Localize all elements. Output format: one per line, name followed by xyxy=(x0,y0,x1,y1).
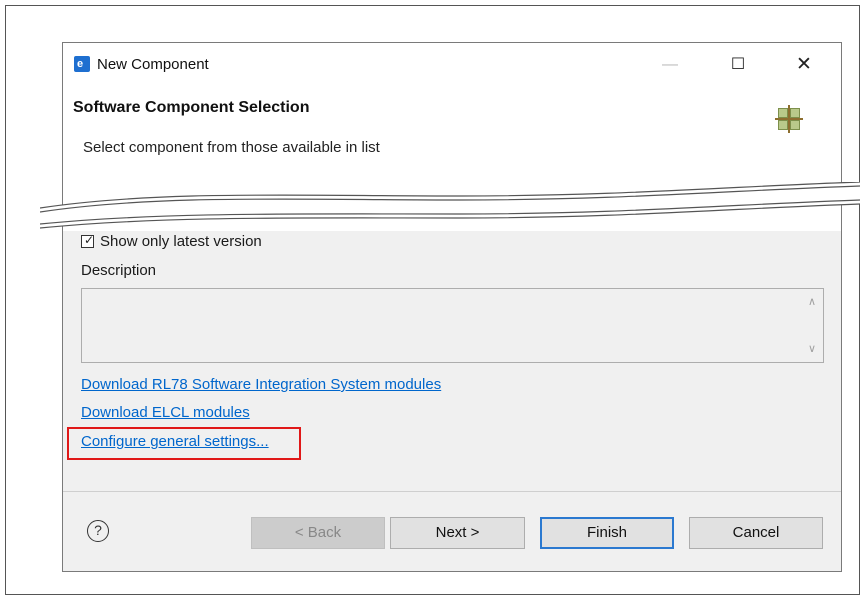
close-button[interactable]: ✕ xyxy=(789,53,819,77)
description-label: Description xyxy=(81,262,157,279)
window-title: New Component xyxy=(97,56,209,73)
checkmark-icon: ✓ xyxy=(84,233,95,247)
download-elcl-link[interactable]: Download ELCL modules xyxy=(81,404,250,421)
button-bar-separator xyxy=(63,491,841,492)
minimize-button[interactable]: — xyxy=(655,53,685,77)
e2studio-app-icon: e xyxy=(74,56,90,72)
wizard-header: Software Component Selection Select comp… xyxy=(63,87,841,184)
wizard-page-title: Software Component Selection xyxy=(73,99,310,116)
back-button: < Back xyxy=(251,517,385,549)
next-button[interactable]: Next > xyxy=(390,517,525,549)
description-textarea[interactable]: ∧ ∨ xyxy=(81,288,824,363)
scroll-down-arrow-icon[interactable]: ∨ xyxy=(805,342,819,356)
show-latest-label: Show only latest version xyxy=(100,233,262,250)
cancel-button[interactable]: Cancel xyxy=(689,517,823,549)
wizard-page-description: Select component from those available in… xyxy=(83,139,380,156)
help-icon[interactable]: ? xyxy=(87,520,109,542)
component-grid-icon xyxy=(775,105,803,133)
new-component-dialog: e New Component — ☐ ✕ Software Component… xyxy=(62,42,842,572)
red-highlight-box xyxy=(67,427,301,460)
title-bar[interactable]: e New Component — ☐ ✕ xyxy=(63,43,841,87)
maximize-button[interactable]: ☐ xyxy=(723,53,753,77)
finish-button[interactable]: Finish xyxy=(540,517,674,549)
scroll-up-arrow-icon[interactable]: ∧ xyxy=(805,295,819,309)
wavy-break-icon xyxy=(40,182,860,229)
show-latest-checkbox[interactable]: ✓ xyxy=(81,233,95,248)
download-rl78-link[interactable]: Download RL78 Software Integration Syste… xyxy=(81,376,441,393)
